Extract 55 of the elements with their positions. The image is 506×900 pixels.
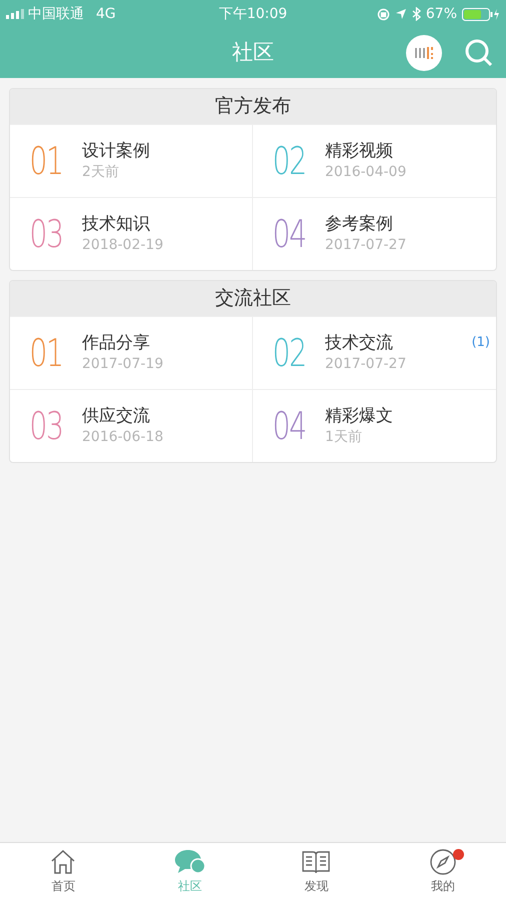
item-title: 技术交流: [325, 332, 394, 354]
battery-charging-icon: [462, 8, 500, 20]
item-number: 01: [28, 330, 64, 376]
category-item[interactable]: 04 精彩爆文 1天前: [253, 389, 496, 462]
category-item[interactable]: 02 技术交流 2017-07-27 (1): [253, 316, 496, 389]
item-number: 02: [271, 138, 307, 184]
item-title: 精彩视频: [325, 140, 394, 162]
stripes-icon: [414, 45, 434, 61]
signal-icon: [6, 9, 24, 19]
item-number: 03: [28, 402, 64, 450]
item-date: 2016-04-09: [325, 163, 406, 182]
battery-percent: 67%: [426, 4, 458, 24]
category-item[interactable]: 01 设计案例 2天前: [10, 124, 253, 197]
item-number: 03: [28, 210, 64, 258]
item-number: 04: [271, 402, 307, 450]
search-button[interactable]: [464, 38, 494, 68]
location-icon: [394, 8, 407, 20]
item-date: 2016-06-18: [82, 428, 164, 447]
item-number: 01: [28, 138, 64, 184]
item-title: 技术知识: [82, 213, 151, 235]
item-number: 02: [271, 330, 307, 376]
home-icon: [49, 848, 78, 876]
item-date: 2017-07-19: [82, 355, 164, 374]
item-title: 参考案例: [325, 213, 394, 235]
compass-icon: [428, 848, 457, 876]
chat-bubbles-icon: [174, 848, 206, 876]
category-item[interactable]: 04 参考案例 2017-07-27: [253, 197, 496, 270]
clock-time: 下午10:09: [218, 4, 288, 24]
item-date: 2017-07-27: [325, 236, 406, 255]
tab-item[interactable]: 我的: [380, 843, 506, 900]
item-date: 1天前: [325, 428, 363, 447]
search-icon: [464, 38, 494, 68]
network-type: 4G: [96, 4, 116, 24]
section-header: 交流社区: [10, 281, 496, 316]
category-item[interactable]: 03 技术知识 2018-02-19: [10, 197, 253, 270]
section-header: 官方发布: [10, 89, 496, 124]
item-title: 作品分享: [82, 332, 151, 354]
category-item[interactable]: 01 作品分享 2017-07-19: [10, 316, 253, 389]
item-title: 供应交流: [82, 405, 151, 427]
item-number: 04: [271, 210, 307, 258]
unread-count: (1): [472, 334, 490, 352]
barcode-scan-button[interactable]: [406, 35, 442, 71]
carrier-name: 中国联通: [28, 4, 84, 24]
item-title: 精彩爆文: [325, 405, 393, 427]
category-item[interactable]: 02 精彩视频 2016-04-09: [253, 124, 496, 197]
category-item[interactable]: 03 供应交流 2016-06-18: [10, 389, 253, 462]
item-date: 2018-02-19: [82, 236, 164, 255]
bluetooth-icon: [412, 7, 421, 21]
tab-item[interactable]: 发现: [253, 843, 380, 900]
tab-item[interactable]: 首页: [0, 843, 126, 900]
page-title: 社区: [232, 39, 274, 66]
item-title: 设计案例: [82, 140, 150, 162]
lock-rotation-icon: [376, 8, 390, 20]
item-date: 2017-07-27: [325, 355, 406, 374]
item-date: 2天前: [82, 163, 120, 182]
